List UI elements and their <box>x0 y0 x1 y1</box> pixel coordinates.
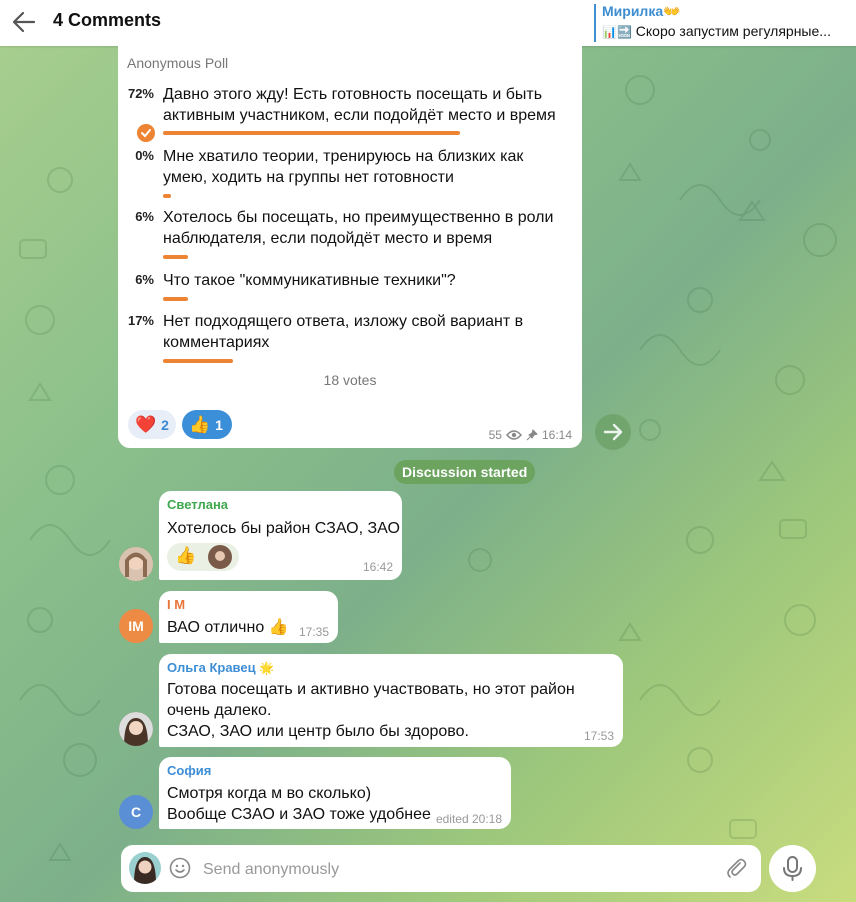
message-input[interactable] <box>201 855 715 884</box>
thumbs-up-icon: 👍 <box>189 414 211 434</box>
avatar[interactable]: IM <box>119 609 153 643</box>
comment-bubble: I M ВАО отлично 👍 17:35 <box>159 591 338 643</box>
message-time: 16:14 <box>541 428 572 442</box>
pinned-message[interactable]: Мирилка👐 📊🔜 Скоро запустим регулярные... <box>594 0 856 46</box>
check-icon <box>137 124 155 142</box>
comment-bubble: София Смотря когда м во сколько) Вообще … <box>159 757 511 829</box>
comment-text: Вообще СЗАО и ЗАО тоже удобнее <box>167 806 431 823</box>
chart-soon-icon: 📊🔜 <box>602 25 632 39</box>
comment-text: Готова посещать и активно участвовать, н… <box>167 681 575 698</box>
reaction-thumbs-up[interactable]: 👍 1 <box>182 410 232 439</box>
voice-record-button[interactable] <box>769 845 816 892</box>
microphone-icon <box>783 856 802 881</box>
pin-icon <box>526 429 538 441</box>
avatar[interactable]: С <box>119 795 153 829</box>
page-title: 4 Comments <box>53 10 162 30</box>
attach-icon[interactable] <box>725 857 747 879</box>
reaction-heart[interactable]: ❤️ 2 <box>128 410 176 439</box>
comment-text: очень далеко. <box>167 702 272 719</box>
avatar-initials: IM <box>128 618 144 634</box>
comment-reaction[interactable]: 👍 <box>167 543 239 571</box>
send-as-avatar[interactable] <box>129 852 161 884</box>
comment-text: ВАО отлично 👍 <box>167 619 289 636</box>
reaction-count: 2 <box>161 416 169 433</box>
message-composer <box>121 845 761 892</box>
back-arrow-icon[interactable] <box>10 8 38 36</box>
poll-option-text: Давно этого жду! Есть готовность посещат… <box>163 86 556 124</box>
poll-option-percent: 6% <box>135 209 154 224</box>
pinned-channel-name: Мирилка👐 <box>602 3 681 19</box>
poll-option-text: Мне хватило теории, тренируюсь на близки… <box>163 148 524 186</box>
avatar[interactable] <box>119 712 153 746</box>
comment-author: Светлана <box>167 497 229 512</box>
comment-author: I M <box>167 597 186 612</box>
comment-bubble: Светлана Хотелось бы район СЗАО, ЗАО 👍 1… <box>159 491 402 580</box>
heart-icon: ❤️ <box>135 414 157 434</box>
poll-option-text: Нет подходящего ответа, изложу свой вари… <box>163 313 524 351</box>
avatar-photo <box>119 712 153 746</box>
poll-option-bar <box>163 297 188 301</box>
poll-option-bar <box>163 255 188 259</box>
poll-option-percent: 72% <box>127 86 154 101</box>
pinned-indicator-bar <box>594 4 596 42</box>
poll-type-label: Anonymous Poll <box>127 55 229 71</box>
poll-option-percent: 6% <box>135 272 154 287</box>
poll-option-bar <box>163 131 460 135</box>
open-hands-icon: 👐 <box>663 3 681 19</box>
poll-option-text: Хотелось бы посещать, но преимущественно… <box>163 209 554 247</box>
emoji-icon[interactable] <box>169 857 191 879</box>
eye-icon <box>505 430 522 440</box>
poll-option-bar <box>163 194 171 198</box>
thumbs-up-icon: 👍 <box>175 546 197 565</box>
poll-option-percent: 0% <box>135 148 154 163</box>
poll-option-percent: 17% <box>127 313 154 328</box>
comment-text: Смотря когда м во сколько) <box>167 785 372 802</box>
discussion-started-label: Discussion started <box>394 460 536 484</box>
reaction-count: 1 <box>215 416 223 433</box>
sparkle-icon: 🌟 <box>259 661 275 675</box>
comment-time: edited 20:18 <box>435 812 502 826</box>
avatar-photo <box>129 852 161 884</box>
comment-bubble: Ольга Кравец 🌟 Готова посещать и активно… <box>159 654 623 747</box>
avatar[interactable] <box>119 547 153 581</box>
reactor-avatar <box>208 545 232 569</box>
comment-author: Ольга Кравец 🌟 <box>167 660 275 675</box>
pinned-message-text: 📊🔜 Скоро запустим регулярные... <box>602 23 831 39</box>
poll-message: Anonymous Poll 72% Давно этого жду! Есть… <box>118 46 582 448</box>
poll-votes-count: 18 votes <box>323 372 377 388</box>
forward-button[interactable] <box>595 414 631 450</box>
avatar-initials: С <box>130 804 142 820</box>
thumbs-up-icon: 👍 <box>268 619 289 636</box>
top-bar: 4 Comments Мирилка👐 📊🔜 Скоро запустим ре… <box>0 0 856 46</box>
comment-time: 17:35 <box>298 625 329 639</box>
comment-author: София <box>167 763 212 778</box>
views-count: 55 <box>488 428 502 442</box>
message-meta: 55 16:14 <box>489 428 572 442</box>
arrow-right-icon <box>603 423 623 441</box>
poll-option-bar <box>163 359 234 363</box>
avatar-photo <box>119 547 153 581</box>
poll-option-text: Что такое "коммуникативные техники"? <box>163 272 456 289</box>
comment-text: СЗАО, ЗАО или центр было бы здорово. <box>167 723 469 740</box>
comment-text: Хотелось бы район СЗАО, ЗАО <box>167 520 400 537</box>
comment-time: 16:42 <box>362 560 393 574</box>
comment-time: 17:53 <box>583 729 614 743</box>
